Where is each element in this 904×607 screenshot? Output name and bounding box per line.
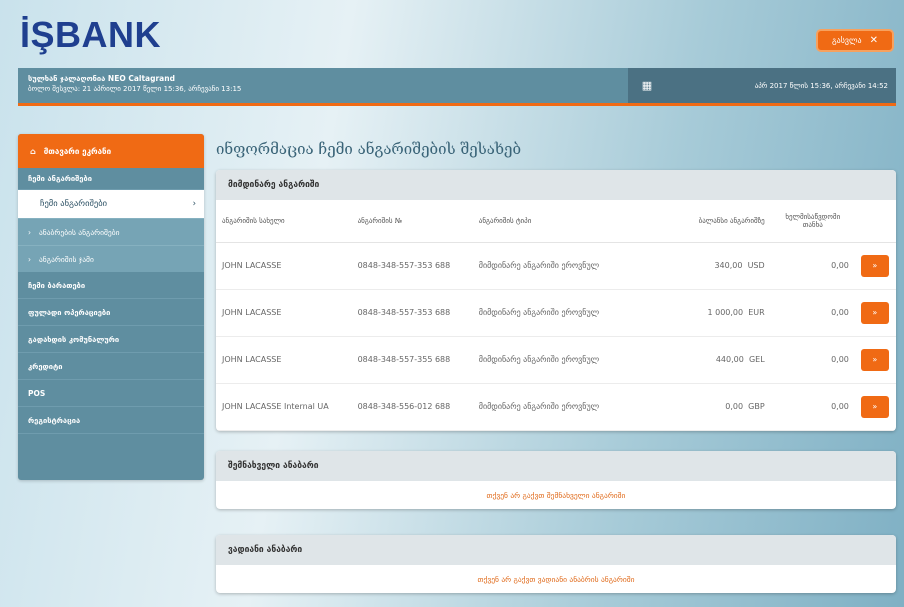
savings-deposit-panel: შემნახველი ანაბარი თქვენ არ გაქვთ შემნახ… bbox=[216, 451, 896, 509]
user-name: სულხან ჯალაღონია NEO Caltagrand bbox=[28, 74, 175, 83]
sidebar-item-registration[interactable]: რეგისტრაცია bbox=[18, 407, 204, 434]
account-number: 0848-348-556-012 688 bbox=[351, 383, 473, 431]
current-date: აპრ 2017 წლის 15:36, არჩევანი 14:52 bbox=[754, 81, 888, 90]
chevron-right-icon: › bbox=[28, 254, 31, 264]
chevron-right-icon: › bbox=[28, 227, 31, 237]
currency: GEL bbox=[748, 355, 765, 364]
account-number: 0848-348-557-353 688 bbox=[351, 289, 473, 337]
accounts-table: ანგარიშის სახელი ანგარიშის № ანგარიშის ტ… bbox=[216, 200, 896, 431]
column-header: ბალანსი ანგარიშზე bbox=[616, 200, 771, 243]
available-amount: 0,00 bbox=[770, 289, 855, 337]
account-balance: 0,00 GBP bbox=[616, 383, 771, 431]
empty-message: თქვენ არ გაქვთ ვადიანი ანაბრის ანგარიში bbox=[477, 574, 635, 584]
account-type: მიმდინარე ანგარიში ეროვნულ bbox=[472, 289, 617, 337]
current-accounts-panel: მიმდინარე ანგარიში ანგარიშის სახელი ანგა… bbox=[216, 170, 896, 431]
sidebar-item-transfers[interactable]: ფულადი ოპერაციები bbox=[18, 299, 204, 326]
account-name: JOHN LACASSE Internal UA bbox=[216, 383, 352, 431]
sidebar-subitem-summary[interactable]: › ანგარიშის ჯამი bbox=[18, 245, 204, 272]
sidebar-item-payments[interactable]: გადახდის კომუნალური bbox=[18, 326, 204, 353]
panel-heading: ვადიანი ანაბარი bbox=[216, 535, 896, 565]
account-type: მიმდინარე ანგარიში ეროვნულ bbox=[472, 242, 617, 290]
sidebar-item-label: ჩემი ანგარიშები bbox=[40, 199, 107, 209]
column-header-empty bbox=[854, 200, 896, 243]
account-type: მიმდინარე ანგარიში ეროვნულ bbox=[472, 336, 617, 384]
last-login: ბოლო შესვლა: 21 აპრილი 2017 წელი 15:36, … bbox=[28, 85, 242, 93]
column-header: ანგარიშის სახელი bbox=[216, 200, 352, 243]
page-title: ინფორმაცია ჩემი ანგარიშების შესახებ bbox=[216, 140, 522, 158]
account-details-button[interactable]: » bbox=[860, 254, 889, 277]
sidebar-item-credit[interactable]: კრედიტი bbox=[18, 353, 204, 380]
balance-value: 0,00 bbox=[725, 402, 744, 411]
bank-logo: İŞBANK bbox=[20, 14, 162, 55]
sidebar-subitem-deposits[interactable]: › ანაბრების ანგარიშები bbox=[18, 218, 204, 245]
table-row: JOHN LACASSE Internal UA 0848-348-556-01… bbox=[216, 383, 896, 431]
sidebar-home[interactable]: ⌂ მთავარი ეკრანი bbox=[18, 134, 204, 168]
account-name: JOHN LACASSE bbox=[216, 242, 352, 290]
logout-label: გასვლა bbox=[832, 36, 862, 45]
account-balance: 440,00 GEL bbox=[616, 336, 771, 384]
chevron-right-icon: › bbox=[192, 199, 196, 209]
balance-value: 440,00 bbox=[715, 355, 744, 364]
available-amount: 0,00 bbox=[770, 242, 855, 290]
column-header: ანგარიშის ტიპი bbox=[472, 200, 617, 243]
table-row: JOHN LACASSE 0848-348-557-355 688 მიმდინ… bbox=[216, 336, 896, 384]
currency: USD bbox=[747, 261, 765, 270]
account-details-button[interactable]: » bbox=[860, 301, 889, 324]
table-header-row: ანგარიშის სახელი ანგარიშის № ანგარიშის ტ… bbox=[216, 200, 896, 243]
panel-heading: მიმდინარე ანგარიში bbox=[216, 170, 896, 200]
account-name: JOHN LACASSE bbox=[216, 289, 352, 337]
sidebar-group-accounts[interactable]: ჩემი ანგარიშები bbox=[18, 168, 204, 190]
calendar-icon: ▦ bbox=[641, 79, 653, 92]
sidebar-item-cards[interactable]: ჩემი ბარათები bbox=[18, 272, 204, 299]
user-info-bar: სულხან ჯალაღონია NEO Caltagrand ბოლო შეს… bbox=[18, 68, 896, 106]
table-row: JOHN LACASSE 0848-348-557-353 688 მიმდინ… bbox=[216, 242, 896, 290]
currency: EUR bbox=[748, 308, 765, 317]
term-deposit-panel: ვადიანი ანაბარი თქვენ არ გაქვთ ვადიანი ა… bbox=[216, 535, 896, 593]
sidebar-item-pos[interactable]: POS bbox=[18, 380, 204, 407]
account-details-button[interactable]: » bbox=[860, 395, 889, 418]
account-type: მიმდინარე ანგარიში ეროვნულ bbox=[472, 383, 617, 431]
column-header: ხელმისაწვდომი თანხა bbox=[770, 200, 855, 243]
account-number: 0848-348-557-353 688 bbox=[351, 242, 473, 290]
sidebar: ⌂ მთავარი ეკრანი ჩემი ანგარიშები ჩემი ან… bbox=[18, 134, 204, 480]
sidebar-home-label: მთავარი ეკრანი bbox=[43, 146, 112, 156]
account-balance: 1 000,00 EUR bbox=[616, 289, 771, 337]
home-icon: ⌂ bbox=[30, 146, 36, 156]
empty-message: თქვენ არ გაქვთ შემნახველი ანგარიში bbox=[486, 490, 626, 500]
available-amount: 0,00 bbox=[770, 336, 855, 384]
table-row: JOHN LACASSE 0848-348-557-353 688 მიმდინ… bbox=[216, 289, 896, 337]
sidebar-item-label: ანაბრების ანგარიშები bbox=[39, 227, 120, 237]
sidebar-item-label: ანგარიშის ჯამი bbox=[39, 254, 94, 264]
account-name: JOHN LACASSE bbox=[216, 336, 352, 384]
column-header: ანგარიშის № bbox=[351, 200, 473, 243]
sidebar-item-my-accounts[interactable]: ჩემი ანგარიშები › bbox=[18, 190, 204, 218]
panel-heading: შემნახველი ანაბარი bbox=[216, 451, 896, 481]
currency: GBP bbox=[748, 402, 765, 411]
logout-button[interactable]: გასვლა ✕ bbox=[818, 31, 892, 50]
balance-value: 1 000,00 bbox=[707, 308, 744, 317]
close-icon: ✕ bbox=[869, 35, 878, 46]
account-balance: 340,00 USD bbox=[616, 242, 771, 290]
available-amount: 0,00 bbox=[770, 383, 855, 431]
balance-value: 340,00 bbox=[714, 261, 743, 270]
account-number: 0848-348-557-355 688 bbox=[351, 336, 473, 384]
account-details-button[interactable]: » bbox=[860, 348, 889, 371]
